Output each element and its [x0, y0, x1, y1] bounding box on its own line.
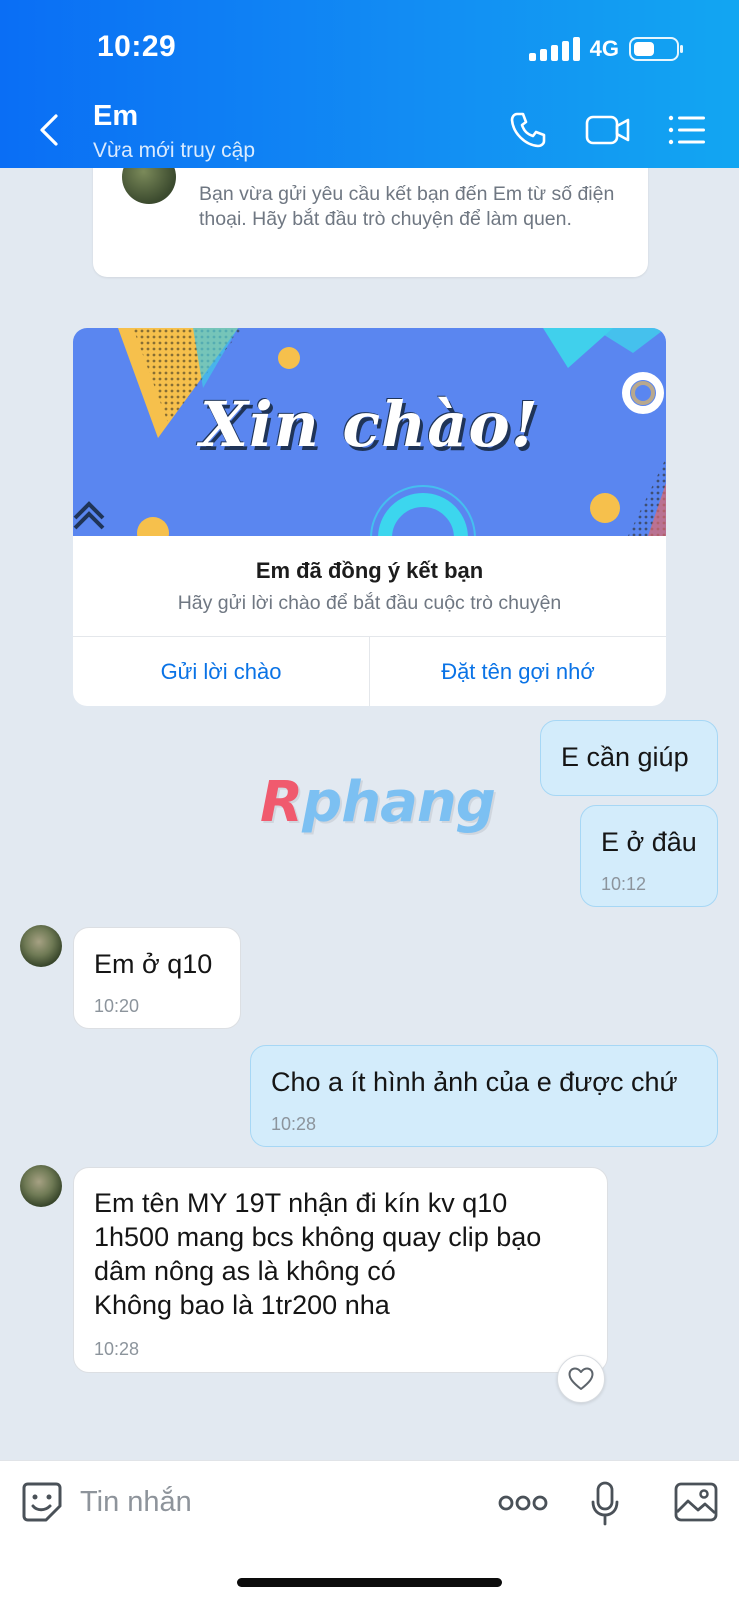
greeting-actions: Gửi lời chào Đặt tên gợi nhớ [73, 636, 666, 706]
message-text: Em ở q10 [94, 949, 213, 979]
contact-avatar[interactable] [20, 1165, 62, 1207]
more-dots-icon[interactable] [498, 1494, 548, 1512]
set-nickname-button[interactable]: Đặt tên gợi nhớ [369, 637, 666, 706]
contact-name[interactable]: Em [93, 100, 138, 133]
send-greeting-button[interactable]: Gửi lời chào [73, 637, 369, 706]
message-composer [0, 1460, 739, 1600]
image-icon[interactable] [674, 1482, 718, 1522]
message-bubble-outgoing[interactable]: Cho a ít hình ảnh của e được chứ 10:28 [250, 1045, 718, 1147]
signal-icon [528, 37, 580, 61]
message-time: 10:20 [94, 996, 140, 1016]
video-camera-icon[interactable] [585, 113, 631, 147]
back-chevron-icon[interactable] [34, 110, 64, 150]
banner-greeting-text: Xin chào! [200, 388, 539, 461]
message-text-line: dâm nông as là không có [94, 1256, 396, 1286]
list-menu-icon[interactable] [668, 113, 706, 147]
message-bubble-outgoing[interactable]: E cần giúp [540, 720, 718, 796]
message-time: 10:28 [94, 1339, 140, 1359]
message-text: Cho a ít hình ảnh của e được chứ [271, 1067, 678, 1097]
friend-accepted-title: Em đã đồng ý kết bạn [255, 558, 484, 583]
phone-icon[interactable] [508, 110, 548, 150]
message-bubble-incoming[interactable]: Em tên MY 19T nhận đi kín kv q10 1h500 m… [73, 1167, 608, 1373]
friend-accepted-card: Xin chào! Em đã đồng ý kết bạn Hãy gửi l… [73, 328, 666, 706]
microphone-icon[interactable] [590, 1481, 620, 1527]
message-input[interactable] [80, 1475, 470, 1529]
contact-avatar[interactable] [20, 925, 62, 967]
home-indicator [237, 1578, 502, 1587]
greeting-banner: Xin chào! [73, 328, 666, 536]
friend-accepted-subtitle: Hãy gửi lời chào để bắt đầu cuộc trò chu… [177, 592, 562, 614]
chat-header: 10:29 4G Em Vừa mới truy cập [0, 0, 739, 168]
watermark-logo: Rphang [260, 770, 496, 835]
status-time: 10:29 [97, 30, 177, 63]
message-text-line: 1h500 mang bcs không quay clip bạo [94, 1222, 542, 1252]
message-text: E ở đâu [601, 827, 697, 857]
sticker-icon[interactable] [20, 1480, 64, 1524]
react-heart-button[interactable] [557, 1355, 605, 1403]
message-text-line: Không bao là 1tr200 nha [94, 1290, 390, 1320]
message-bubble-outgoing[interactable]: E ở đâu 10:12 [580, 805, 718, 907]
message-text: E cần giúp [561, 742, 689, 772]
message-time: 10:28 [271, 1114, 317, 1134]
message-text-line: Em tên MY 19T nhận đi kín kv q10 [94, 1188, 508, 1218]
status-indicators: 4G [528, 36, 683, 62]
contact-last-seen: Vừa mới truy cập [93, 139, 256, 162]
network-type: 4G [589, 36, 619, 61]
heart-icon [568, 1367, 594, 1390]
message-bubble-incoming[interactable]: Em ở q10 10:20 [73, 927, 241, 1029]
message-time: 10:12 [601, 874, 647, 894]
friend-request-text: Bạn vừa gửi yêu cầu kết bạn đến Em từ số… [199, 183, 615, 230]
battery-icon [629, 37, 683, 61]
